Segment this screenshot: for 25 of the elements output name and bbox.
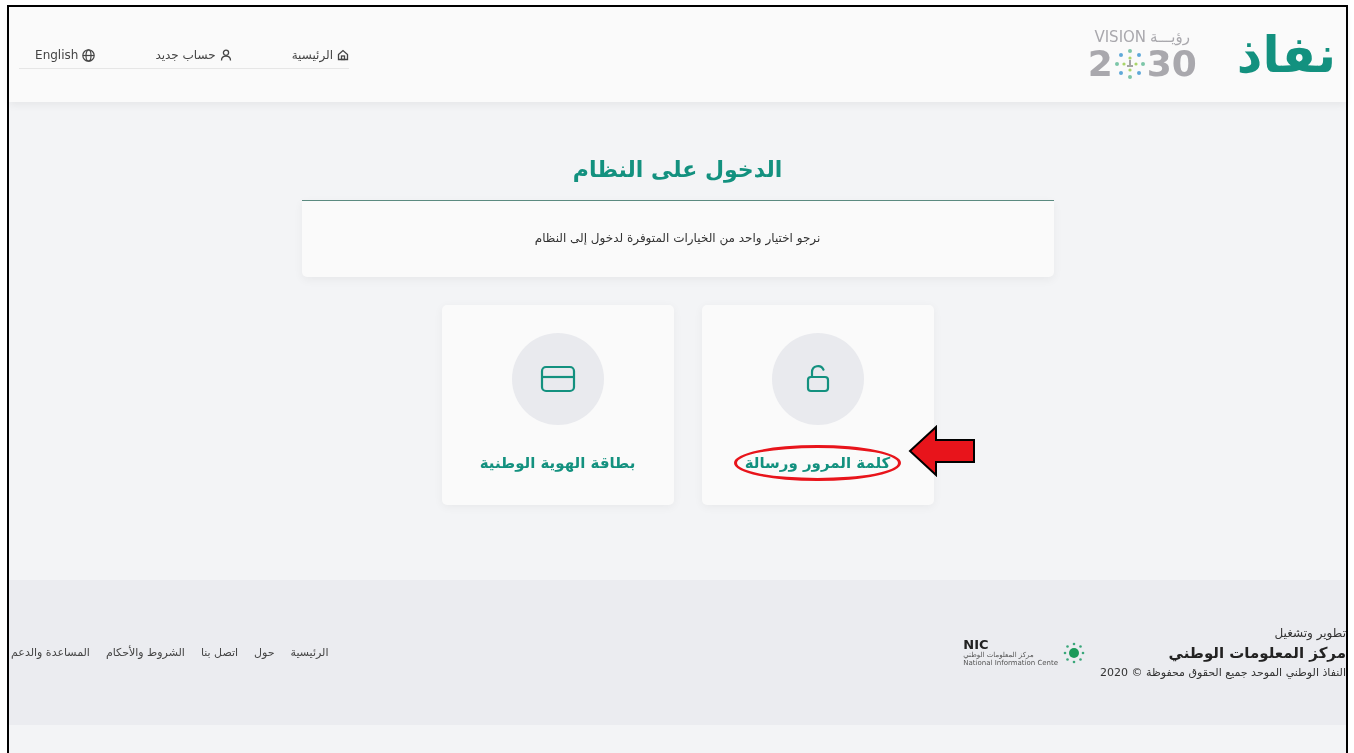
nav-link[interactable]: English [35, 48, 96, 62]
footer-link[interactable]: الشروط والأحكام [105, 646, 185, 659]
method-label: كلمة المرور ورسالة [733, 445, 902, 481]
dots-emblem-icon [1062, 640, 1087, 665]
login-method-card[interactable]: بطاقة الهوية الوطنية [441, 305, 674, 505]
page-title: الدخول على النظام [572, 157, 783, 182]
method-label: بطاقة الهوية الوطنية [478, 453, 637, 474]
copyright-text: النفاذ الوطني الموحد جميع الحقوق محفوظة © 2020 [1100, 666, 1346, 679]
user-icon [219, 49, 232, 61]
emblem-icon [1112, 46, 1147, 81]
footer-link[interactable]: الرئيسية [290, 646, 329, 659]
organization-name: مركز المعلومات الوطني [1167, 644, 1346, 662]
developed-by-text: تطوير وتشغيل [1273, 626, 1346, 640]
annotation-arrow [907, 425, 976, 477]
card-icon [538, 364, 577, 394]
nafath-logo: نفاذ [1236, 29, 1336, 80]
nav-link[interactable]: حساب جديد [155, 48, 232, 62]
instruction-text: نرجو اختيار واحد من الخيارات المتوفرة لدخول إلى النظام [301, 200, 1054, 277]
nav-link[interactable]: الرئيسية [291, 48, 349, 62]
footer-link[interactable]: حول [254, 646, 275, 659]
login-method-card[interactable]: كلمة المرور ورسالة [701, 305, 934, 505]
footer-link[interactable]: اتصل بنا [200, 646, 239, 659]
home-icon [337, 49, 349, 61]
footer-link[interactable]: المساعدة والدعم [11, 646, 90, 659]
globe-icon [82, 48, 96, 62]
